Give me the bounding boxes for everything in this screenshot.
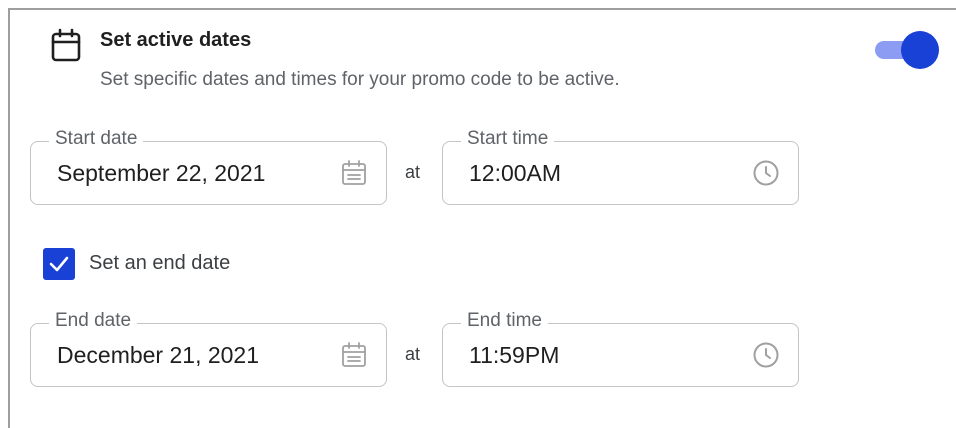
end-time-value: 11:59PM	[469, 342, 560, 368]
start-date-value: September 22, 2021	[57, 160, 266, 186]
end-date-value: December 21, 2021	[57, 342, 260, 368]
start-time-field[interactable]: Start time 12:00AM	[442, 127, 799, 205]
clock-icon[interactable]	[752, 159, 780, 187]
calendar-icon	[51, 28, 81, 62]
check-icon	[49, 256, 69, 272]
section-description: Set specific dates and times for your pr…	[100, 69, 620, 90]
clock-icon[interactable]	[752, 341, 780, 369]
start-date-label: Start date	[49, 127, 144, 151]
start-time-label: Start time	[461, 127, 555, 151]
end-at-label: at	[405, 344, 421, 364]
start-at-label: at	[405, 162, 421, 182]
start-time-value: 12:00AM	[469, 160, 562, 186]
end-time-field[interactable]: End time 11:59PM	[442, 309, 799, 387]
section-title: Set active dates	[100, 29, 252, 51]
start-date-field[interactable]: Start date September 22, 2021	[30, 127, 387, 205]
end-date-field[interactable]: End date December 21, 2021	[30, 309, 387, 387]
calendar-icon[interactable]	[340, 159, 368, 187]
end-time-label: End time	[461, 309, 548, 333]
end-date-label: End date	[49, 309, 138, 333]
calendar-icon[interactable]	[340, 341, 368, 369]
toggle-thumb	[901, 31, 939, 69]
end-date-checkbox-label[interactable]: Set an end date	[89, 250, 230, 276]
end-date-checkbox[interactable]	[43, 248, 75, 280]
active-dates-toggle[interactable]	[873, 31, 939, 71]
